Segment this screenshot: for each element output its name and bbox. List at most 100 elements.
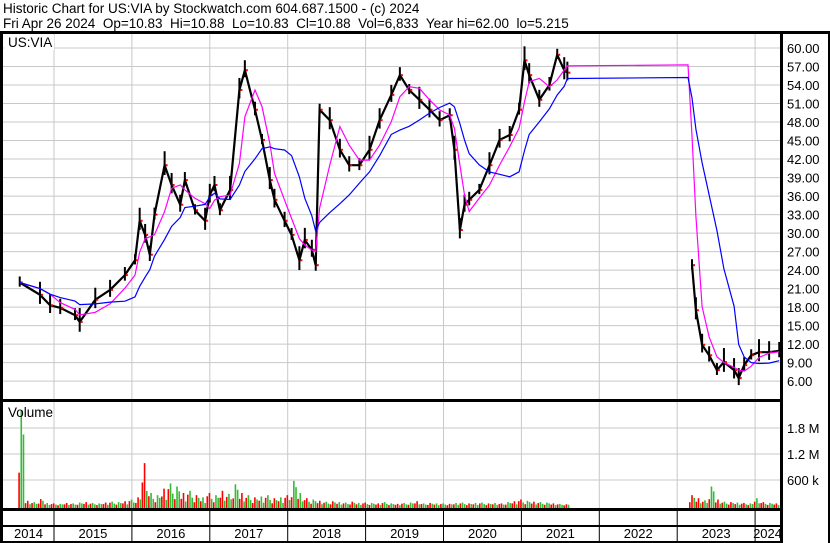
volume-bar [554,505,557,508]
volume-bar [377,503,379,508]
volume-bar [303,500,306,508]
volume-bar [195,495,198,508]
volume-bar [61,504,64,508]
volume-bar [50,504,53,508]
volume-bar [208,493,211,508]
volume-bar [422,503,425,508]
volume-bar [425,504,427,508]
year-label: 2019 [390,526,419,541]
close-tick [150,253,153,256]
price-tick-label: 48.00 [787,115,820,130]
volume-bar [565,504,568,508]
volume-bar [364,502,367,508]
volume-bar [697,498,700,508]
close-tick [320,108,323,111]
volume-bar [552,503,555,508]
close-tick [440,119,443,122]
price-tick-label: 21.00 [787,282,820,297]
volume-bar [401,503,403,508]
volume-bar [68,504,70,508]
volume-bar [29,504,31,508]
volume-bar [141,482,144,508]
volume-bar [297,498,299,508]
price-tick-label: 42.00 [787,152,820,167]
close-tick [305,238,308,241]
volume-bar [260,496,263,508]
close-tick [370,148,373,151]
volume-bar [394,504,397,508]
volume-bar [714,502,717,508]
volume-bar [256,499,258,508]
volume-bar [331,501,334,508]
volume-bar [89,503,92,508]
volume-bar [323,502,325,508]
volume-bar [120,503,122,508]
year-label: 2022 [624,526,653,541]
volume-bar [96,505,98,508]
volume-bar [35,503,38,508]
close-tick [525,59,528,62]
close-tick [540,98,543,101]
close-tick [568,71,571,74]
volume-bar [749,503,752,508]
volume-bar [479,503,481,508]
volume-bar [743,502,745,508]
volume-bar [699,503,702,508]
volume-bar [39,499,42,508]
volume-bar [691,495,693,508]
volume-bar [158,497,161,508]
volume-bar [740,503,743,508]
volume-bar [474,502,477,508]
volume-bar [500,503,503,508]
volume-bar [262,502,265,508]
year-label: 2017 [234,526,263,541]
volume-bar [485,505,488,508]
volume-bar [145,490,148,508]
volume-bar [409,502,412,508]
volume-bar [355,504,358,508]
volume-bar [223,500,226,508]
volume-bar [113,503,116,508]
close-tick [350,164,353,167]
volume-bar [539,502,542,508]
volume-bar [541,503,544,508]
volume-bar [48,504,51,508]
volume-bar [457,504,460,508]
volume-bar [167,489,170,508]
volume-bar [132,502,135,508]
volume-bar [100,504,103,508]
volume-bar [52,503,55,508]
volume-bar [81,503,83,508]
volume-bar [370,502,373,508]
chart-frame [0,31,830,543]
volume-bar [57,505,59,508]
close-tick [240,88,243,91]
price-tick-label: 18.00 [787,300,820,315]
volume-bar [777,505,780,508]
volume-bar [515,504,518,508]
volume-bar [124,501,126,508]
volume-bar [701,501,704,508]
volume-bar [407,504,410,508]
volume-bar [316,503,319,508]
volume-tick-label: 1.2 M [787,447,820,462]
price-lines [18,46,783,386]
close-tick [340,148,343,151]
volume-bar [509,503,511,508]
volume-bar [104,502,107,508]
volume-bar [126,504,129,508]
price-tick-label: 24.00 [787,263,820,278]
volume-bar [368,504,371,508]
close-tick [717,369,720,372]
volume-bar [163,488,165,508]
close-tick [275,198,278,201]
close-tick [330,119,333,122]
volume-bar [375,504,377,508]
volume-bar [102,504,105,508]
volume-bar [340,504,343,508]
close-tick [292,233,295,236]
volume-bar [762,502,765,508]
grid-lines [3,34,780,508]
volume-bar [91,502,94,508]
volume-bar [725,503,728,508]
